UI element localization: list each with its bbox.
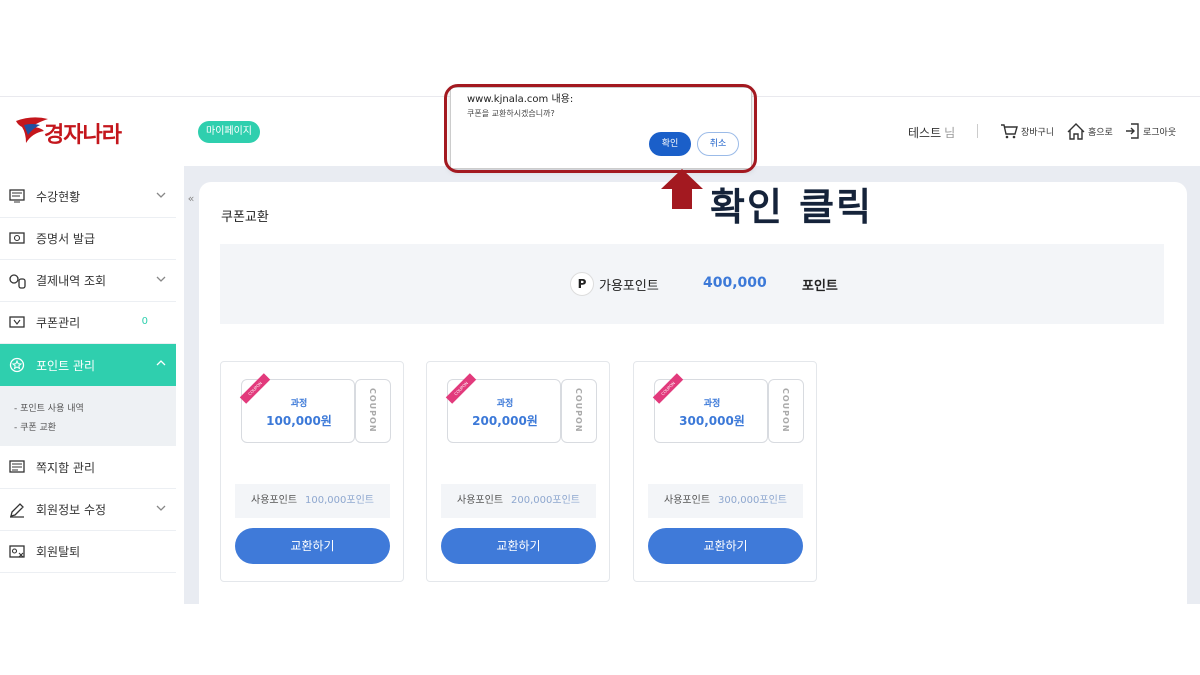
coupon-price: 200,000원: [472, 414, 538, 428]
available-points-amount: 400,000: [703, 275, 767, 291]
exchange-button[interactable]: 교환하기: [648, 528, 803, 564]
header-divider: [977, 124, 978, 138]
sidebar-item-edit-profile[interactable]: 회원정보 수정: [0, 489, 176, 531]
arrow-up-icon: [661, 169, 703, 209]
sidebar-item-label: 포인트 관리: [36, 358, 96, 373]
coupon-stub: COUPON: [561, 379, 597, 443]
coupon-course-label: 과정: [290, 399, 308, 409]
sidebar-collapse-button[interactable]: «: [184, 188, 198, 210]
use-points-box: 사용포인트 300,000포인트: [648, 484, 803, 518]
sidebar-item-label: 쿠폰관리: [36, 316, 81, 330]
cart-link[interactable]: 장바구니: [1000, 121, 1054, 141]
logout-icon: [1126, 123, 1139, 139]
cart-label: 장바구니: [1021, 127, 1055, 138]
user-suffix: 님: [944, 126, 956, 140]
chevron-down-icon: [156, 505, 166, 511]
sidebar-submenu: - 포인트 사용 내역 - 쿠폰 교환: [0, 386, 176, 446]
site-logo[interactable]: 경자나라: [14, 111, 154, 151]
sidebar-item-label: 쪽지함 관리: [36, 461, 96, 475]
exchange-button[interactable]: 교환하기: [235, 528, 390, 564]
use-points-label: 사용포인트: [664, 495, 711, 506]
coupon-card: COUPON 과정 100,000원 COUPON 사용포인트 100,000포인…: [220, 361, 404, 582]
chevron-up-icon: [156, 360, 166, 366]
chevron-down-icon: [156, 192, 166, 198]
sidebar-item-messages[interactable]: 쪽지함 관리: [0, 447, 176, 489]
home-icon: [1067, 122, 1085, 140]
coupon-icon: [9, 316, 25, 328]
sidebar-item-label: 수강현황: [36, 190, 81, 204]
coupon-stub-text: COUPON: [368, 388, 377, 433]
sidebar-item-payment-history[interactable]: 결제내역 조회: [0, 260, 176, 302]
coupon-ticket: COUPON 과정 300,000원: [652, 373, 768, 443]
coupon-card: COUPON 과정 300,000원 COUPON 사용포인트 300,000포인…: [633, 361, 817, 582]
use-points-box: 사용포인트 200,000포인트: [441, 484, 596, 518]
submenu-item-coupon-exchange[interactable]: - 쿠폰 교환: [14, 419, 176, 438]
mypage-button[interactable]: 마이페이지: [198, 121, 260, 143]
use-points-label: 사용포인트: [251, 495, 298, 506]
edit-icon: [10, 503, 24, 518]
logo-text: 경자나라: [44, 122, 122, 148]
payment-icon: [9, 274, 26, 289]
certificate-icon: [9, 232, 25, 244]
use-points-label: 사용포인트: [457, 495, 504, 506]
message-icon: [9, 460, 25, 473]
cart-icon: [1001, 124, 1018, 139]
home-link[interactable]: 홈으로: [1067, 121, 1113, 141]
coupon-ticket: COUPON 과정 200,000원: [445, 373, 561, 443]
annotation-text: 확인 클릭: [710, 185, 874, 229]
page-title: 쿠폰교환: [221, 210, 269, 225]
use-points-value: 300,000포인트: [718, 495, 787, 506]
coupon-stub-text: COUPON: [781, 388, 790, 433]
logout-link[interactable]: 로그아웃: [1125, 121, 1176, 141]
sidebar-item-certificate[interactable]: 증명서 발급: [0, 218, 176, 260]
coupon-price: 300,000원: [679, 414, 745, 428]
use-points-value: 200,000포인트: [511, 495, 580, 506]
coupon-ticket: COUPON 과정 100,000원: [239, 373, 355, 443]
sidebar: 수강현황 증명서 발급 결제내역 조회 쿠폰관리 0 포인트 관리 - 포인트 …: [0, 176, 176, 596]
coupon-stub: COUPON: [355, 379, 391, 443]
withdraw-icon: [9, 545, 25, 558]
coupon-count-badge: 0: [141, 316, 148, 327]
sidebar-item-label: 결제내역 조회: [36, 274, 107, 288]
monitor-icon: [9, 189, 25, 203]
home-label: 홈으로: [1088, 127, 1113, 138]
dialog-highlight-box: [444, 84, 757, 173]
chevron-down-icon: [156, 276, 166, 282]
use-points-value: 100,000포인트: [305, 495, 374, 506]
coupon-price: 100,000원: [266, 414, 332, 428]
main-panel: 쿠폰교환 P 가용포인트 400,000 포인트 COUPON 과정 100,0…: [199, 182, 1187, 604]
user-name: 테스트: [908, 126, 942, 140]
sidebar-item-label: 증명서 발급: [36, 232, 96, 246]
sidebar-item-label: 회원탈퇴: [36, 545, 81, 559]
sidebar-item-coupon[interactable]: 쿠폰관리 0: [0, 302, 176, 344]
sidebar-item-course-status[interactable]: 수강현황: [0, 176, 176, 218]
available-points-panel: P 가용포인트 400,000 포인트: [220, 244, 1164, 324]
coupon-stub: COUPON: [768, 379, 804, 443]
use-points-box: 사용포인트 100,000포인트: [235, 484, 390, 518]
coupon-course-label: 과정: [703, 399, 721, 409]
submenu-item-point-history[interactable]: - 포인트 사용 내역: [14, 400, 176, 419]
coupon-course-label: 과정: [496, 399, 514, 409]
available-points-label: 가용포인트: [599, 279, 659, 294]
user-greeting: 테스트 님: [908, 124, 955, 141]
coupon-stub-text: COUPON: [574, 388, 583, 433]
logout-label: 로그아웃: [1143, 127, 1177, 138]
coupon-card: COUPON 과정 200,000원 COUPON 사용포인트 200,000포인…: [426, 361, 610, 582]
sidebar-item-label: 회원정보 수정: [36, 503, 107, 517]
point-p-icon: P: [570, 272, 594, 296]
exchange-button[interactable]: 교환하기: [441, 528, 596, 564]
available-points-unit: 포인트: [802, 279, 838, 294]
page: 경자나라 마이페이지 테스트 님 장바구니 홈으로 로그아웃 « 수강현황 증명…: [0, 0, 1200, 675]
sidebar-item-point-management[interactable]: 포인트 관리: [0, 344, 176, 386]
sidebar-item-withdraw[interactable]: 회원탈퇴: [0, 531, 176, 573]
point-icon: [9, 357, 25, 373]
